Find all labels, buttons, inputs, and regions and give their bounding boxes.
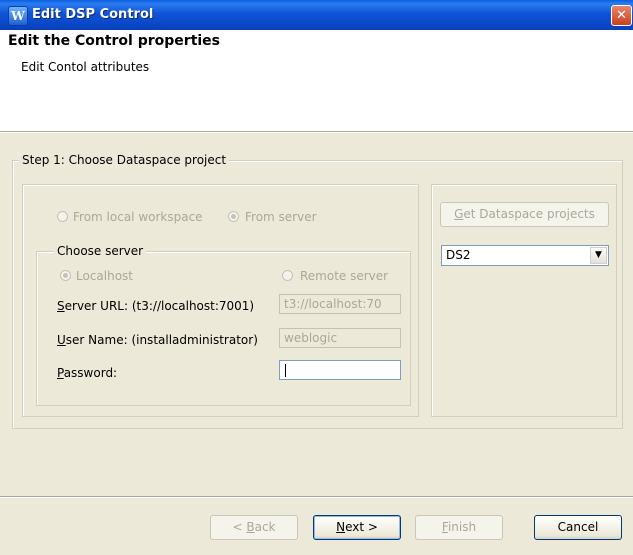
- from-local-radio[interactable]: [57, 211, 68, 222]
- app-logo-icon: W: [8, 6, 28, 26]
- user-name-label: User Name: (installadministrator): [57, 333, 258, 347]
- choose-server-legend: Choose server: [54, 244, 147, 258]
- next-mnemonic: N: [336, 520, 346, 534]
- close-button[interactable]: ✕: [611, 5, 632, 26]
- user-name-field[interactable]: weblogic: [279, 328, 401, 348]
- dataspace-project-select[interactable]: DS2 ▼: [441, 245, 609, 266]
- title-bar: W Edit DSP Control ✕: [0, 0, 633, 30]
- dropdown-arrow-icon[interactable]: ▼: [590, 247, 607, 264]
- get-projects-label: et Dataspace projects: [463, 207, 595, 221]
- from-server-label: From server: [245, 210, 317, 224]
- password-label-text: assword:: [63, 366, 118, 380]
- server-url-mnemonic: S: [57, 299, 65, 313]
- next-label: ext >: [345, 520, 378, 534]
- finish-button[interactable]: Finish: [415, 515, 503, 540]
- server-url-label-text: erver URL: (t3://localhost:7001): [64, 299, 255, 313]
- password-label: Password:: [57, 366, 117, 380]
- page-title: Edit the Control properties: [8, 33, 221, 49]
- back-prefix: <: [232, 520, 247, 534]
- step1-legend: Step 1: Choose Dataspace project: [19, 153, 230, 167]
- page-description: Edit Contol attributes: [21, 60, 150, 74]
- localhost-radio[interactable]: [60, 270, 71, 281]
- back-mnemonic: B: [246, 520, 255, 534]
- banner-separator: [0, 131, 633, 133]
- next-button[interactable]: Next >: [313, 515, 401, 540]
- remote-server-radio[interactable]: [282, 270, 293, 281]
- footer-separator: [0, 496, 633, 498]
- localhost-label: Localhost: [76, 269, 134, 283]
- text-caret: [285, 364, 286, 377]
- user-name-mnemonic: U: [57, 333, 66, 347]
- password-mnemonic: P: [57, 366, 64, 380]
- from-server-radio[interactable]: [228, 211, 239, 222]
- get-dataspace-projects-button[interactable]: Get Dataspace projects: [440, 202, 609, 227]
- finish-label: inish: [447, 520, 477, 534]
- back-label: ack: [254, 520, 276, 534]
- dataspace-project-value: DS2: [446, 248, 471, 262]
- window-title: Edit DSP Control: [32, 7, 154, 22]
- remote-server-label: Remote server: [300, 269, 389, 283]
- password-field[interactable]: [279, 360, 401, 380]
- back-button[interactable]: < Back: [210, 515, 298, 540]
- cancel-button[interactable]: Cancel: [534, 515, 622, 540]
- server-url-label: Server URL: (t3://localhost:7001): [57, 299, 254, 313]
- get-projects-mnemonic: G: [454, 207, 464, 221]
- from-local-label: From local workspace: [73, 210, 203, 224]
- server-url-field[interactable]: t3://localhost:70: [279, 294, 401, 314]
- user-name-label-text: ser Name: (installadministrator): [65, 333, 258, 347]
